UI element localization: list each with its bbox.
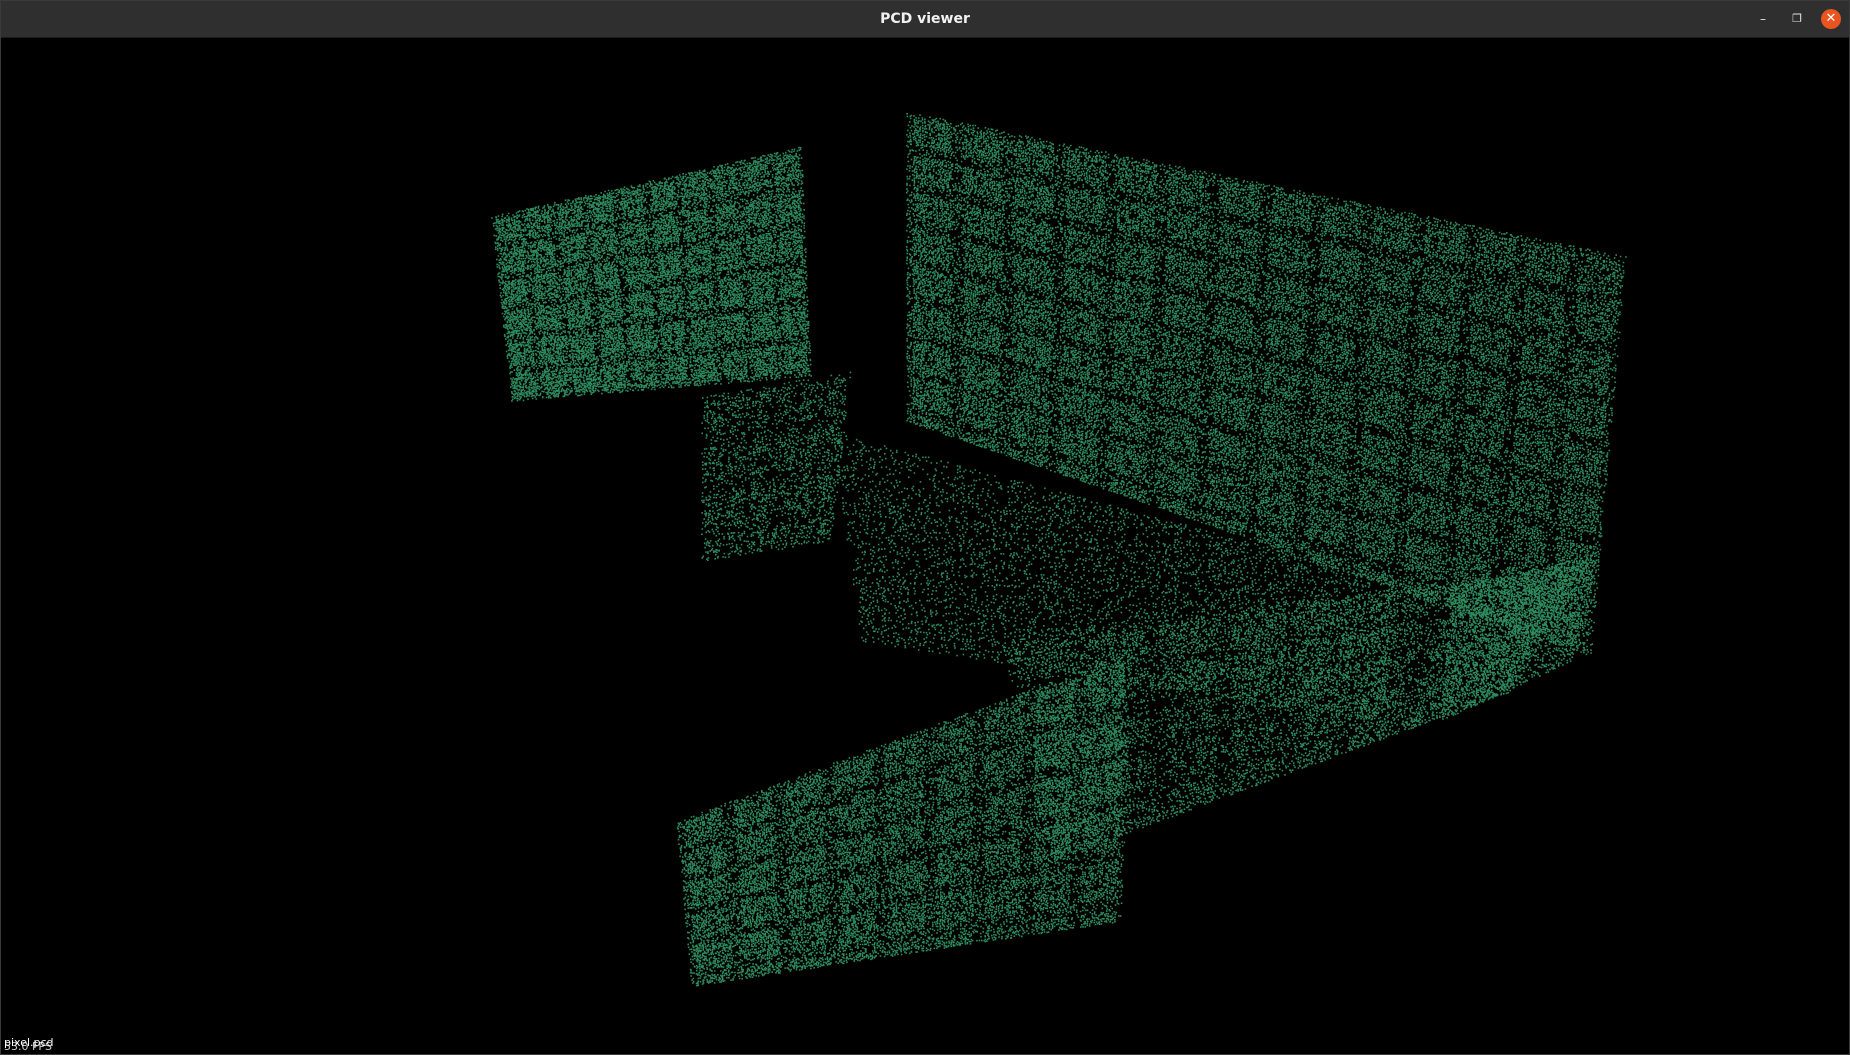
window-title: PCD viewer — [880, 11, 970, 27]
pcd-viewer-window: PCD viewer – ❐ ✕ 53.0 FPS pixel.pcd — [0, 0, 1850, 1055]
minimize-icon[interactable]: – — [1753, 9, 1773, 29]
maximize-icon[interactable]: ❐ — [1787, 9, 1807, 29]
cloud-filename: pixel.pcd — [4, 1036, 54, 1049]
point-cloud-viewport[interactable]: 53.0 FPS pixel.pcd — [1, 38, 1849, 1054]
point-cloud-points — [491, 113, 1627, 987]
title-bar[interactable]: PCD viewer – ❐ ✕ — [1, 1, 1849, 38]
close-icon[interactable]: ✕ — [1821, 9, 1841, 29]
point-cloud — [491, 113, 1627, 987]
